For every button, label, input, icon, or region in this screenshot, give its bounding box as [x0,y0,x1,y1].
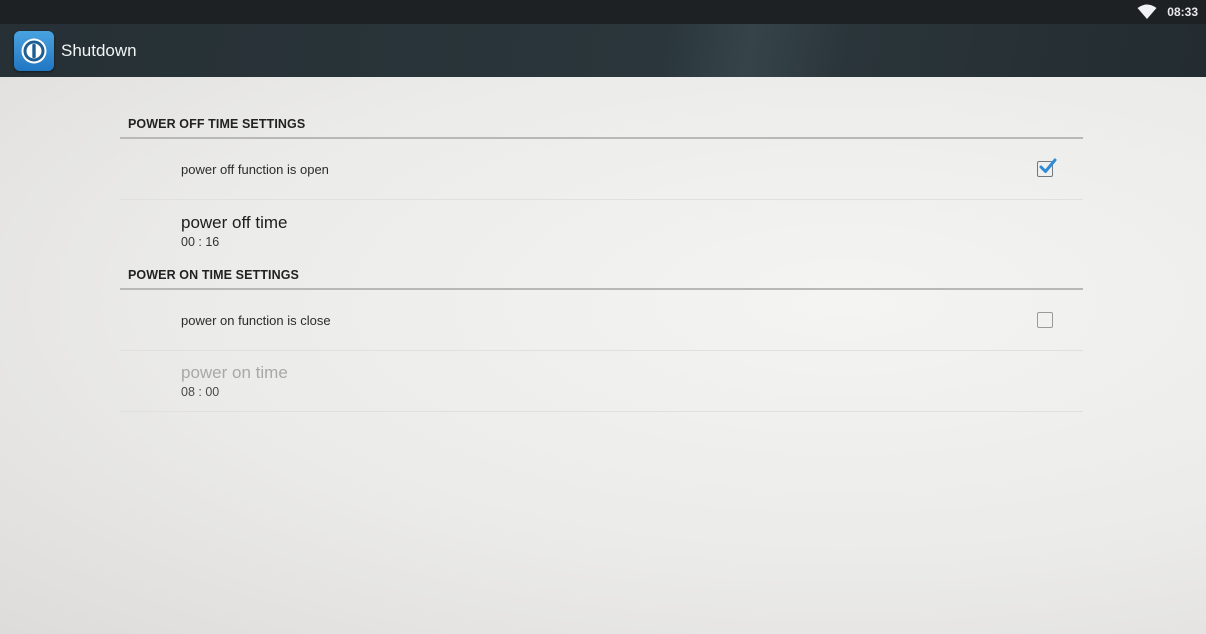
power-on-section-header: POWER ON TIME SETTINGS [120,252,1083,290]
power-on-checkbox[interactable] [1037,312,1053,328]
power-on-toggle-row[interactable]: power on function is close [120,290,1083,351]
checkmark-icon [1039,158,1057,173]
power-on-time-value: 08 : 00 [181,385,220,399]
app-title: Shutdown [61,40,137,60]
power-on-time-title: power on time [181,363,288,382]
wifi-icon [1137,4,1157,19]
power-icon[interactable] [14,30,54,71]
power-off-section-header: POWER OFF TIME SETTINGS [120,101,1083,139]
power-off-time-value: 00 : 16 [181,234,220,249]
power-off-toggle-label: power off function is open [181,161,329,177]
settings-content: POWER OFF TIME SETTINGS power off functi… [0,77,1206,634]
status-time: 08:33 [1167,5,1198,19]
power-on-toggle-label: power on function is close [181,312,331,328]
status-bar: 08:33 [0,0,1206,24]
power-on-time-row[interactable]: power on time 08 : 00 [120,351,1083,412]
action-bar: Shutdown [0,24,1206,77]
power-off-time-title: power off time [181,212,288,232]
power-off-section: POWER OFF TIME SETTINGS power off functi… [120,101,1083,261]
power-off-checkbox[interactable] [1037,158,1057,177]
power-off-toggle-row[interactable]: power off function is open [120,139,1083,200]
power-on-section: POWER ON TIME SETTINGS power on function… [120,252,1083,412]
